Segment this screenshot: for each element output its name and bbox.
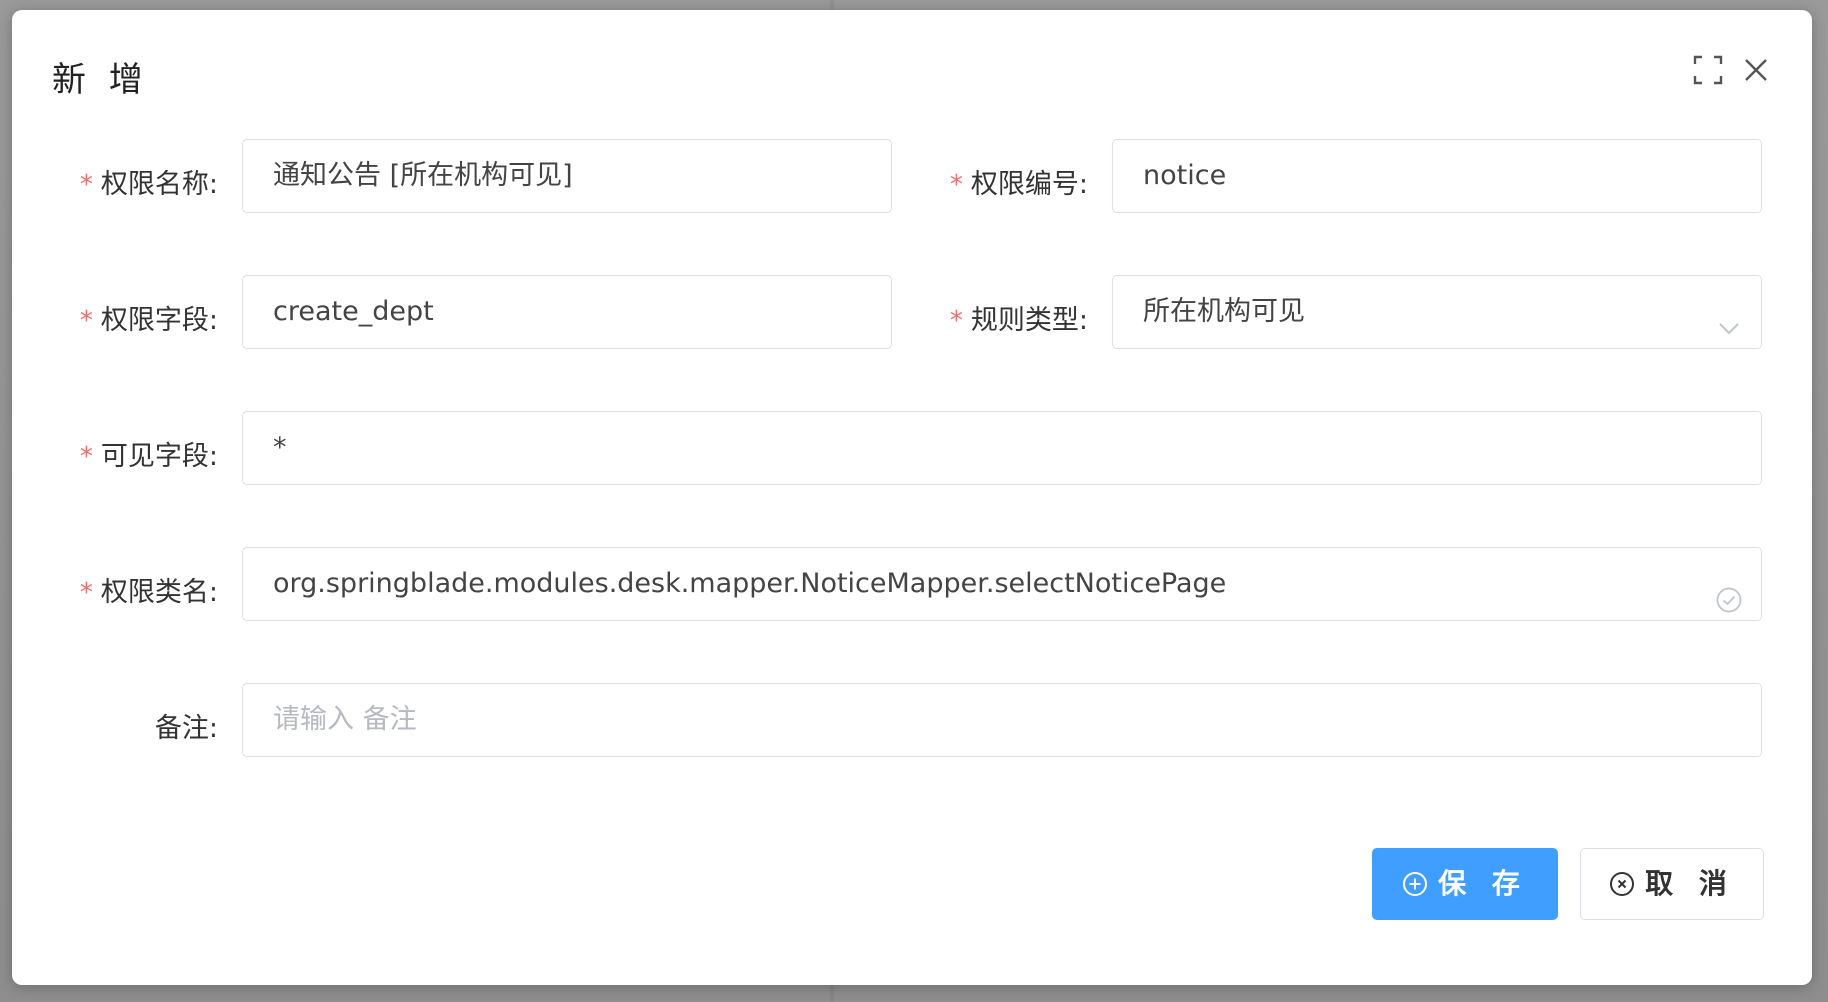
close-icon[interactable] <box>1740 54 1772 86</box>
scope-class-value: org.springblade.modules.desk.mapper.Noti… <box>273 568 1227 599</box>
scope-class-label: * 权限类名: <box>79 577 218 608</box>
save-label: 保 存 <box>1438 867 1528 900</box>
circle-close-icon <box>1609 853 1635 896</box>
chevron-down-icon <box>1715 298 1743 335</box>
scope-field-input[interactable]: * <box>242 411 1762 485</box>
fullscreen-icon[interactable] <box>1692 54 1724 86</box>
circle-plus-icon <box>1402 853 1428 896</box>
rule-type-label: * 规则类型: <box>949 305 1088 336</box>
remark-placeholder: 请输入 备注 <box>273 704 417 735</box>
required-mark: * <box>79 306 93 336</box>
scope-column-value: create_dept <box>273 296 434 327</box>
scope-column-label: * 权限字段: <box>79 305 218 336</box>
circle-check-icon <box>1715 570 1743 613</box>
dialog-title: 新 增 <box>52 60 149 100</box>
scope-field-value: * <box>273 432 287 463</box>
required-mark: * <box>949 170 963 200</box>
scope-name-value: 通知公告 [所在机构可见] <box>273 160 573 191</box>
cancel-label: 取 消 <box>1645 867 1735 900</box>
scope-code-value: notice <box>1143 160 1227 191</box>
scope-column-input[interactable]: create_dept <box>242 275 892 349</box>
scope-code-label: * 权限编号: <box>949 169 1088 200</box>
required-mark: * <box>79 442 93 472</box>
scope-name-label: * 权限名称: <box>79 169 218 200</box>
add-dialog: 新 增 * 权限名称: 通知公告 [所在机构可见] * 权限编号: notice *… <box>12 10 1812 985</box>
rule-type-select[interactable]: 所在机构可见 <box>1112 275 1762 349</box>
scope-class-input[interactable]: org.springblade.modules.desk.mapper.Noti… <box>242 547 1762 621</box>
rule-type-value: 所在机构可见 <box>1143 296 1305 327</box>
cancel-button[interactable]: 取 消 <box>1580 848 1764 920</box>
scope-code-input[interactable]: notice <box>1112 139 1762 213</box>
required-mark: * <box>79 170 93 200</box>
required-mark: * <box>949 306 963 336</box>
remark-label: 备注: <box>154 713 218 744</box>
save-button[interactable]: 保 存 <box>1372 848 1558 920</box>
scope-field-label: * 可见字段: <box>79 441 218 472</box>
scope-name-input[interactable]: 通知公告 [所在机构可见] <box>242 139 892 213</box>
remark-input[interactable]: 请输入 备注 <box>242 683 1762 757</box>
required-mark: * <box>79 578 93 608</box>
